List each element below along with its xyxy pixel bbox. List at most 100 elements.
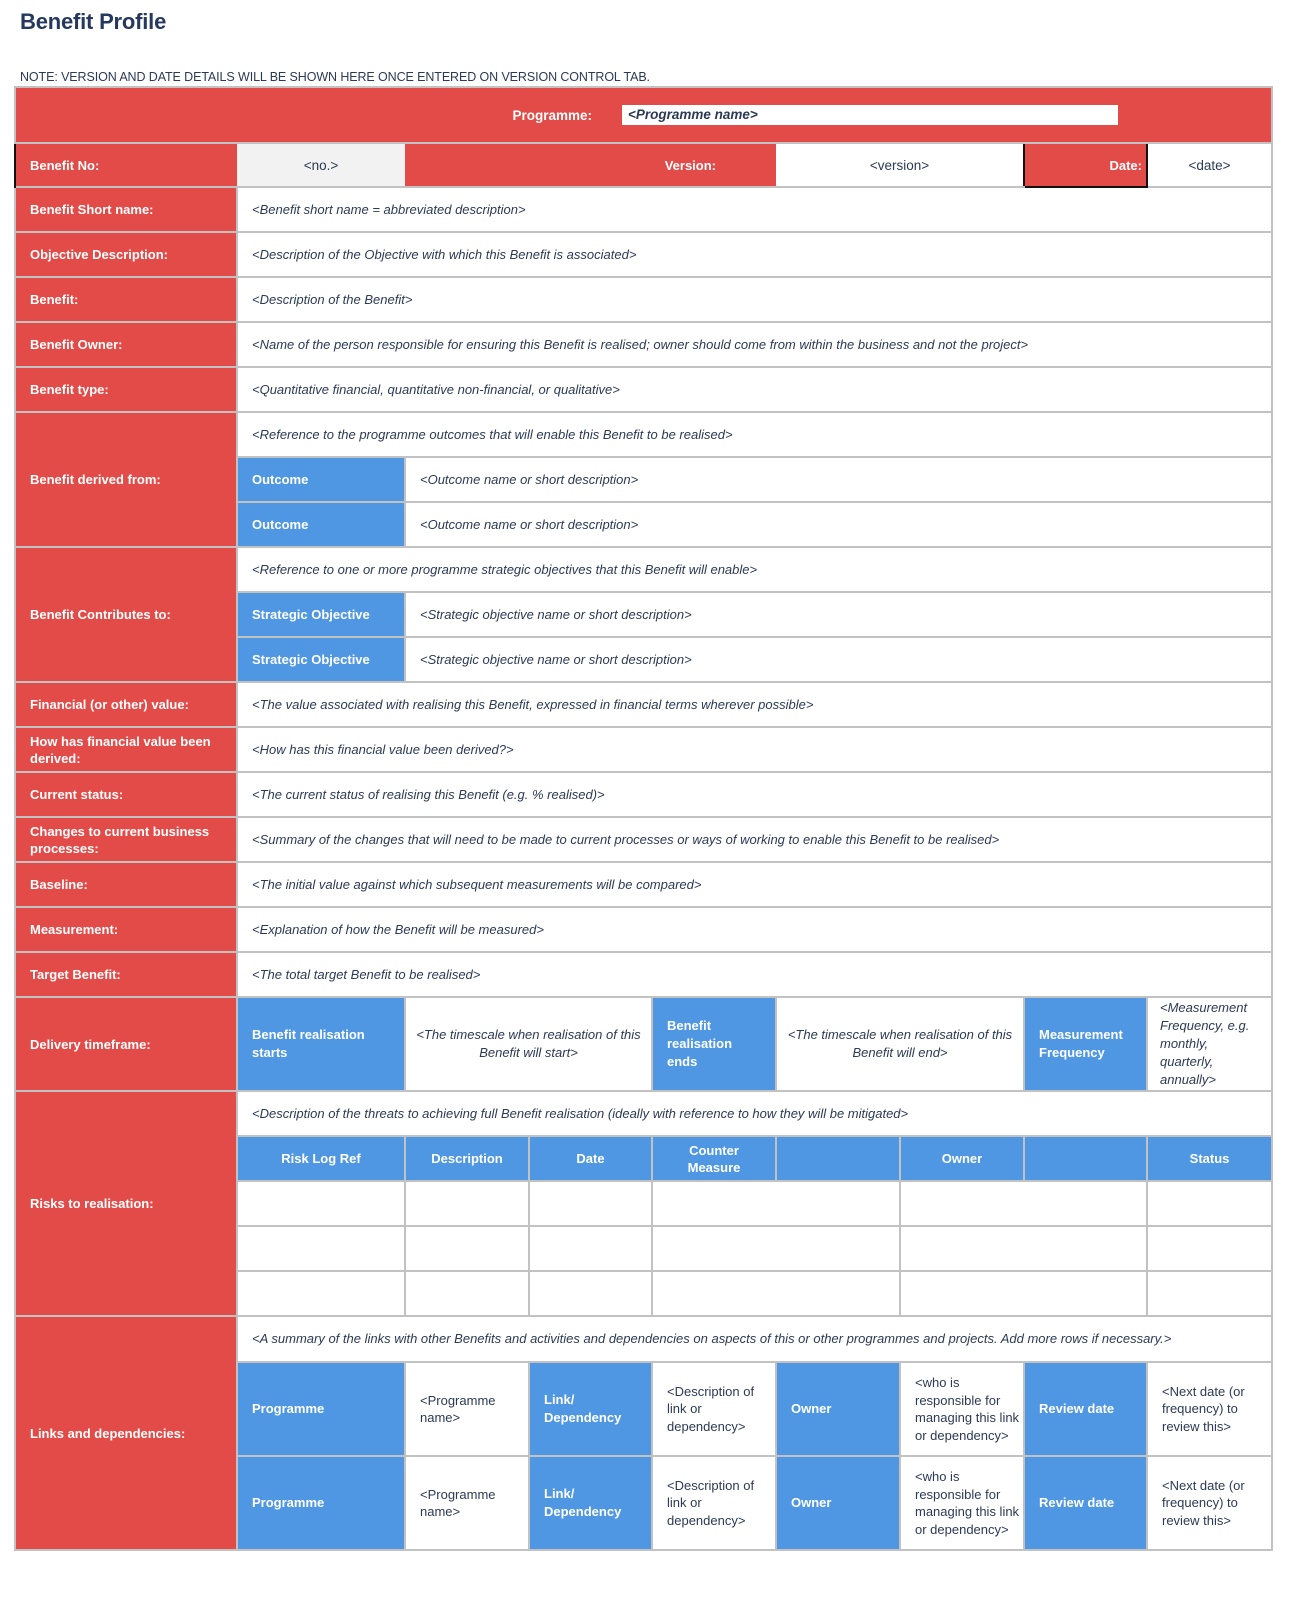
value-derived-field[interactable]: <How has this financial value been deriv… xyxy=(235,726,1274,773)
contributes-to-field[interactable]: <Reference to one or more programme stra… xyxy=(235,546,1274,593)
risk-date-cell[interactable] xyxy=(528,1270,653,1317)
derived-from-label: Benefit derived from: xyxy=(14,411,238,548)
risk-owner-cell[interactable] xyxy=(899,1270,1148,1317)
risk-description-cell[interactable] xyxy=(404,1180,530,1227)
link-programme-label: Programme xyxy=(236,1455,406,1551)
risk-ref-cell[interactable] xyxy=(236,1225,406,1272)
owner-row: Benefit Owner: <Name of the person respo… xyxy=(14,321,1274,368)
risks-field[interactable]: <Description of the threats to achieving… xyxy=(235,1090,1274,1137)
link-description-field[interactable]: <Description of link or dependency> xyxy=(651,1455,777,1551)
outcome-field[interactable]: <Outcome name or short description> xyxy=(403,456,1274,503)
baseline-field[interactable]: <The initial value against which subsequ… xyxy=(235,861,1274,908)
owner-field[interactable]: <Name of the person responsible for ensu… xyxy=(235,321,1274,368)
version-field[interactable]: <version> xyxy=(776,143,1024,188)
type-field[interactable]: <Quantitative financial, quantitative no… xyxy=(235,366,1274,413)
financial-value-label: Financial (or other) value: xyxy=(14,681,238,728)
risk-date-cell[interactable] xyxy=(528,1225,653,1272)
benefit-profile-table: Programme: <Programme name> Benefit No: … xyxy=(13,86,1274,1551)
risk-col-blank xyxy=(775,1135,901,1182)
version-label: Version: xyxy=(405,143,776,187)
link-review-label: Review date xyxy=(1023,1455,1148,1551)
version-note: NOTE: VERSION AND DATE DETAILS WILL BE S… xyxy=(20,70,650,84)
risk-description-cell[interactable] xyxy=(404,1270,530,1317)
risk-ref-cell[interactable] xyxy=(236,1180,406,1227)
date-field[interactable]: <date> xyxy=(1145,143,1274,188)
link-description-field[interactable]: <Description of link or dependency> xyxy=(651,1361,777,1457)
risk-owner-cell[interactable] xyxy=(899,1180,1148,1227)
risk-col-status: Status xyxy=(1145,1135,1274,1182)
short-name-field[interactable]: <Benefit short name = abbreviated descri… xyxy=(235,186,1274,233)
measurement-field[interactable]: <Explanation of how the Benefit will be … xyxy=(235,906,1274,953)
objective-label: Objective Description: xyxy=(14,231,238,278)
risk-counter-measure-cell[interactable] xyxy=(651,1225,901,1272)
frequency-label: Measurement Frequency xyxy=(1023,996,1148,1092)
page-title: Benefit Profile xyxy=(20,9,167,34)
strategic-objective-field[interactable]: <Strategic objective name or short descr… xyxy=(403,591,1274,638)
links-label: Links and dependencies: xyxy=(14,1315,238,1551)
target-row: Target Benefit: <The total target Benefi… xyxy=(14,951,1274,998)
benefit-label: Benefit: xyxy=(14,276,238,323)
risk-col-description: Description xyxy=(404,1135,530,1182)
link-owner-field[interactable]: <who is responsible for managing this li… xyxy=(899,1361,1025,1457)
link-programme-field[interactable]: <Programme name> xyxy=(404,1361,530,1457)
current-status-field[interactable]: <The current status of realising this Be… xyxy=(235,771,1274,818)
risk-description-cell[interactable] xyxy=(404,1225,530,1272)
risk-col-ref: Risk Log Ref xyxy=(236,1135,406,1182)
end-label: Benefit realisation ends xyxy=(651,996,777,1092)
link-programme-field[interactable]: <Programme name> xyxy=(404,1455,530,1551)
risk-col-owner: Owner xyxy=(899,1135,1025,1182)
measurement-row: Measurement: <Explanation of how the Ben… xyxy=(14,906,1274,953)
financial-value-row: Financial (or other) value: <The value a… xyxy=(14,681,1274,728)
derived-from-row: Benefit derived from: <Reference to the … xyxy=(14,411,1274,548)
current-status-row: Current status: <The current status of r… xyxy=(14,771,1274,818)
strategic-objective-field[interactable]: <Strategic objective name or short descr… xyxy=(403,636,1274,683)
benefit-no-row: Benefit No: <no.> Version: <version> Dat… xyxy=(14,142,1274,188)
baseline-label: Baseline: xyxy=(14,861,238,908)
risk-col-blank xyxy=(1023,1135,1148,1182)
links-field[interactable]: <A summary of the links with other Benef… xyxy=(235,1315,1274,1363)
type-label: Benefit type: xyxy=(14,366,238,413)
benefit-no-field[interactable]: <no.> xyxy=(237,143,405,187)
contributes-to-row: Benefit Contributes to: <Reference to on… xyxy=(14,546,1274,683)
link-owner-label: Owner xyxy=(775,1361,901,1457)
programme-row: Programme: <Programme name> xyxy=(13,86,1274,144)
derived-from-field[interactable]: <Reference to the programme outcomes tha… xyxy=(235,411,1274,458)
link-owner-label: Owner xyxy=(775,1455,901,1551)
risk-counter-measure-cell[interactable] xyxy=(651,1180,901,1227)
link-programme-label: Programme xyxy=(236,1361,406,1457)
target-label: Target Benefit: xyxy=(14,951,238,998)
start-label: Benefit realisation starts xyxy=(236,996,406,1092)
risk-status-cell[interactable] xyxy=(1145,1225,1274,1272)
benefit-field[interactable]: <Description of the Benefit> xyxy=(235,276,1274,323)
link-review-field[interactable]: <Next date (or frequency) to review this… xyxy=(1145,1361,1274,1457)
outcome-field[interactable]: <Outcome name or short description> xyxy=(403,501,1274,548)
changes-field[interactable]: <Summary of the changes that will need t… xyxy=(235,816,1274,863)
link-owner-field[interactable]: <who is responsible for managing this li… xyxy=(899,1455,1025,1551)
risk-status-cell[interactable] xyxy=(1145,1270,1274,1317)
end-field[interactable]: <The timescale when realisation of this … xyxy=(775,996,1025,1092)
risk-counter-measure-cell[interactable] xyxy=(651,1270,901,1317)
frequency-field[interactable]: <Measurement Frequency, e.g. monthly, qu… xyxy=(1145,996,1274,1092)
link-review-field[interactable]: <Next date (or frequency) to review this… xyxy=(1145,1455,1274,1551)
risk-col-date: Date xyxy=(528,1135,653,1182)
objective-row: Objective Description: <Description of t… xyxy=(14,231,1274,278)
risk-ref-cell[interactable] xyxy=(236,1270,406,1317)
risk-status-cell[interactable] xyxy=(1145,1180,1274,1227)
changes-label: Changes to current business processes: xyxy=(14,816,238,863)
target-field[interactable]: <The total target Benefit to be realised… xyxy=(235,951,1274,998)
outcome-label: Outcome xyxy=(236,456,406,503)
short-name-row: Benefit Short name: <Benefit short name … xyxy=(14,186,1274,233)
baseline-row: Baseline: <The initial value against whi… xyxy=(14,861,1274,908)
owner-label: Benefit Owner: xyxy=(14,321,238,368)
risk-date-cell[interactable] xyxy=(528,1180,653,1227)
start-field[interactable]: <The timescale when realisation of this … xyxy=(404,996,653,1092)
date-label: Date: xyxy=(1109,157,1142,173)
measurement-label: Measurement: xyxy=(14,906,238,953)
objective-field[interactable]: <Description of the Objective with which… xyxy=(235,231,1274,278)
risk-owner-cell[interactable] xyxy=(899,1225,1148,1272)
risks-row: Risks to realisation: <Description of th… xyxy=(14,1090,1274,1317)
benefit-row: Benefit: <Description of the Benefit> xyxy=(14,276,1274,323)
links-row: Links and dependencies: <A summary of th… xyxy=(14,1315,1274,1551)
financial-value-field[interactable]: <The value associated with realising thi… xyxy=(235,681,1274,728)
programme-name-field[interactable]: <Programme name> xyxy=(622,105,1118,125)
